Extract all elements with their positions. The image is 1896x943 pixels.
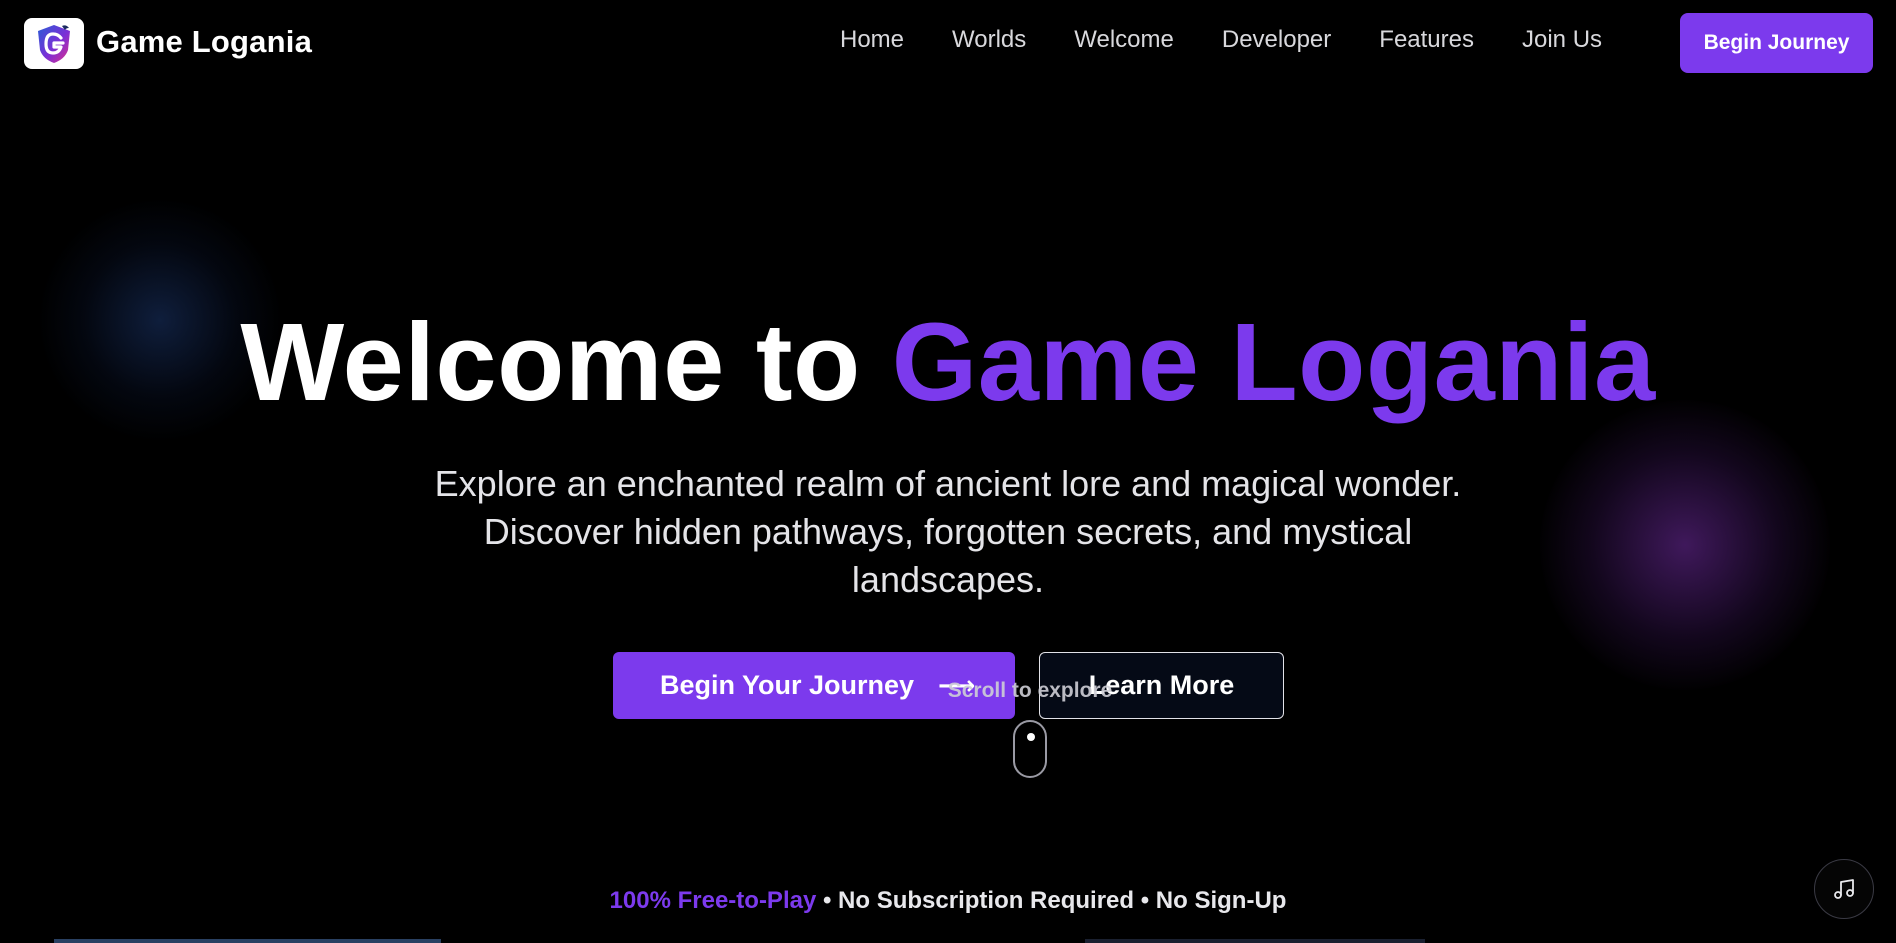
hero-title-accent: Game Logania <box>891 301 1656 424</box>
scroll-wheel-dot <box>1026 733 1035 741</box>
bottom-edge-strip <box>1085 939 1425 943</box>
background-glow-purple <box>1540 400 1830 690</box>
hero-subtitle-line-1: Explore an enchanted realm of ancient lo… <box>434 463 1462 504</box>
brand-logo-icon[interactable] <box>24 18 84 69</box>
bottom-edge-strip <box>54 939 441 943</box>
nav-link-welcome[interactable]: Welcome <box>1074 26 1174 54</box>
scroll-mouse-icon[interactable] <box>1013 720 1047 778</box>
hero-title-prefix: Welcome to <box>240 301 861 424</box>
hero-subtitle-line-2: Discover hidden pathways, forgotten secr… <box>483 511 1413 552</box>
music-note-icon <box>1834 879 1854 899</box>
begin-journey-nav-button[interactable]: Begin Journey <box>1680 13 1873 73</box>
landing-page: Game Logania Home Worlds Welcome Develop… <box>0 0 1896 943</box>
nav-link-join-us[interactable]: Join Us <box>1522 26 1602 54</box>
hero-subtitle-line-3: landscapes. <box>851 559 1045 600</box>
hero-subtitle: Explore an enchanted realm of ancient lo… <box>348 460 1548 604</box>
scroll-hint-label: Scroll to explore <box>947 679 1113 702</box>
hero-title: Welcome to Game Logania <box>0 308 1896 418</box>
nav-link-home[interactable]: Home <box>840 26 904 54</box>
top-navbar: Game Logania Home Worlds Welcome Develop… <box>0 0 1896 86</box>
nav-link-worlds[interactable]: Worlds <box>952 26 1026 54</box>
free-to-play-banner: 100% Free-to-Play • No Subscription Requ… <box>0 887 1896 915</box>
nav-link-features[interactable]: Features <box>1379 26 1474 54</box>
begin-your-journey-label: Begin Your Journey <box>660 670 915 700</box>
nav-link-developer[interactable]: Developer <box>1222 26 1331 54</box>
no-subscription-label: • No Subscription Required • No Sign-Up <box>816 887 1287 914</box>
nav-links: Home Worlds Welcome Developer Features J… <box>840 26 1602 54</box>
free-to-play-label: 100% Free-to-Play <box>609 887 817 914</box>
music-toggle-button[interactable] <box>1814 859 1874 919</box>
brand-name[interactable]: Game Logania <box>96 24 312 60</box>
